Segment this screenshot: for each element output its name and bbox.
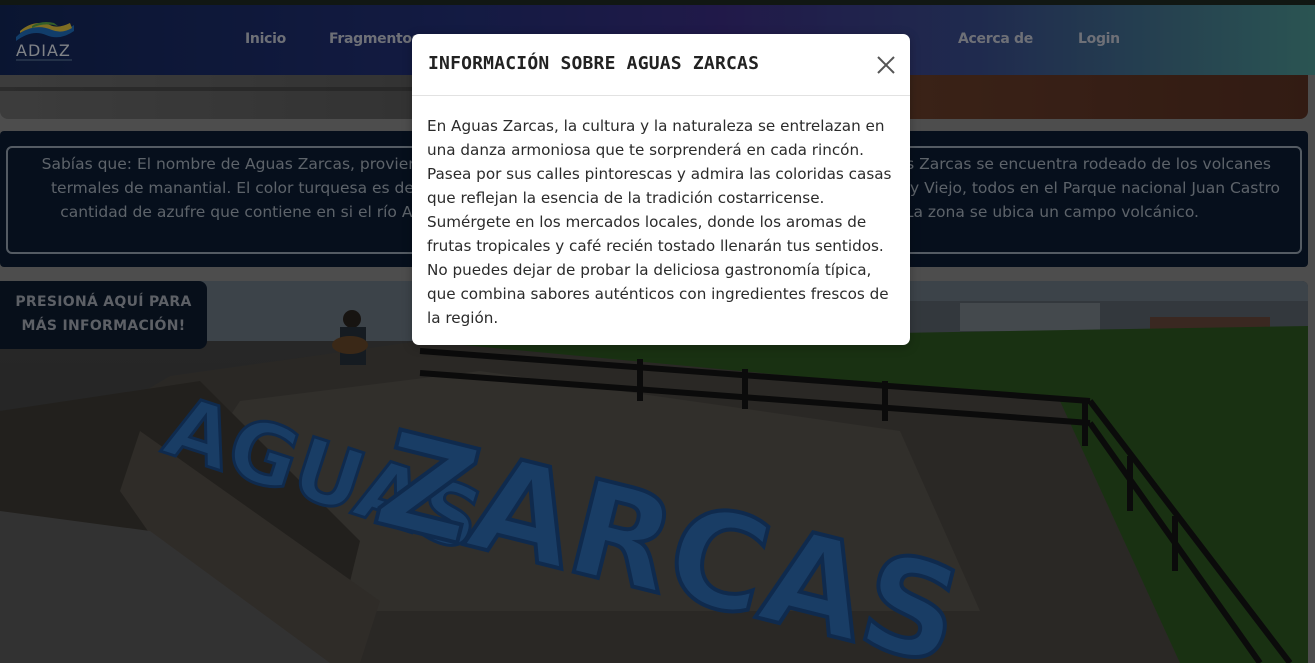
info-modal: INFORMACIÓN SOBRE AGUAS ZARCAS En Aguas …: [412, 34, 910, 345]
modal-header: INFORMACIÓN SOBRE AGUAS ZARCAS: [412, 34, 910, 96]
page: ADIAZ Inicio Fragmentos Acerca de Login …: [0, 0, 1315, 663]
close-icon: [877, 56, 895, 74]
close-button[interactable]: [874, 53, 898, 77]
modal-body-text: En Aguas Zarcas, la cultura y la natural…: [427, 117, 892, 327]
modal-title: INFORMACIÓN SOBRE AGUAS ZARCAS: [428, 53, 760, 74]
